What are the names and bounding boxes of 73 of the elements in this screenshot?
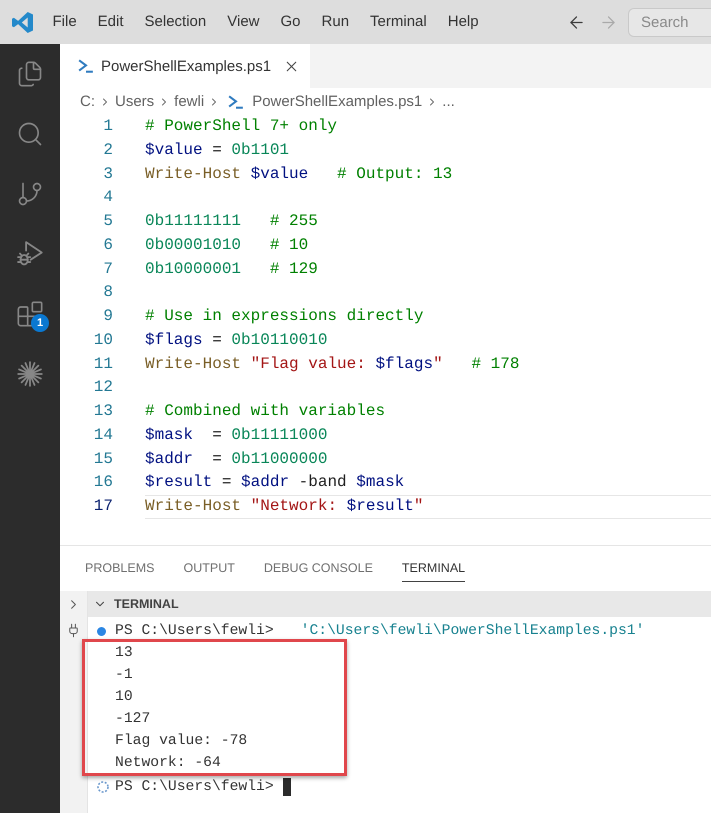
line-number: 14: [94, 426, 113, 444]
code-line: # PowerShell 7+ only: [145, 117, 338, 135]
search-icon[interactable]: [16, 120, 44, 148]
terminal-output: 10: [115, 688, 133, 707]
line-number: 12: [94, 378, 113, 396]
code-line: # Combined with variables: [145, 402, 386, 420]
files-icon[interactable]: [16, 60, 44, 88]
terminal-output: Network: -64: [115, 754, 221, 773]
line-number: 4: [103, 188, 113, 206]
code-line: Write-Host "Network: $result": [145, 497, 424, 515]
line-number: 1: [103, 117, 113, 135]
code-line: Write-Host "Flag value: $flags" # 178: [145, 354, 520, 372]
terminal-prompt-icon: [228, 94, 244, 108]
menu-item[interactable]: Run: [311, 9, 360, 35]
code-line: $value = 0b1101: [145, 140, 290, 159]
panel-tab[interactable]: DEBUG CONSOLE: [249, 546, 388, 591]
terminal-output: -127: [115, 710, 150, 729]
line-number: 5: [103, 212, 113, 230]
line-number: 3: [103, 164, 113, 182]
code-line: Write-Host $value # Output: 13: [145, 164, 452, 182]
terminal-output: -1: [115, 666, 133, 685]
line-number: 17: [94, 497, 113, 515]
code-line: $mask = 0b11111000: [145, 426, 328, 444]
terminal-section-header[interactable]: TERMINAL: [88, 591, 711, 617]
branch-icon[interactable]: [16, 180, 44, 208]
code-line: 0b00001010 # 10: [145, 236, 308, 254]
menu-item[interactable]: Help: [437, 9, 490, 35]
breadcrumb-item[interactable]: C:: [80, 93, 95, 110]
line-number: 8: [103, 283, 113, 302]
editor-tab[interactable]: PowerShellExamples.ps1: [60, 44, 310, 88]
terminal-prompt: PS C:\Users\fewli>: [115, 778, 274, 797]
status-dot-icon: [97, 626, 106, 636]
breadcrumb-item[interactable]: ...: [442, 93, 455, 110]
panel-tab[interactable]: PROBLEMS: [70, 546, 169, 591]
text-cursor: [282, 778, 291, 796]
menu-item[interactable]: Selection: [134, 9, 217, 35]
menu-item[interactable]: Terminal: [360, 9, 438, 35]
breadcrumb-item[interactable]: PowerShellExamples.ps1: [252, 93, 422, 110]
line-number: 6: [103, 236, 113, 254]
notification-badge: 1: [31, 314, 49, 332]
terminal-output: 13: [115, 644, 133, 663]
line-number: 15: [94, 450, 113, 468]
terminal-prompt: PS C:\Users\fewli>: [115, 622, 274, 641]
terminal-command: 'C:\Users\fewli\PowerShellExamples.ps1': [300, 622, 644, 641]
breadcrumb-item[interactable]: fewli: [174, 93, 204, 110]
play-bug-icon[interactable]: [17, 240, 43, 268]
line-number: 7: [103, 260, 113, 278]
code-line: # Use in expressions directly: [145, 307, 424, 325]
menu-item[interactable]: Go: [270, 9, 312, 35]
search-field[interactable]: Search: [628, 8, 711, 36]
blocks-icon[interactable]: [16, 300, 44, 328]
line-number: 16: [94, 473, 113, 492]
menu-item[interactable]: View: [216, 9, 270, 35]
line-number: 11: [94, 354, 113, 372]
line-number: 9: [103, 307, 113, 325]
panel-tab[interactable]: TERMINAL: [387, 546, 480, 591]
line-number: 10: [94, 330, 113, 349]
code-line: 0b11111111 # 255: [145, 212, 318, 230]
line-number: 13: [94, 402, 113, 420]
line-number: 2: [103, 140, 113, 159]
dotted-circle-icon: [97, 781, 109, 793]
terminal-prompt-icon: [78, 59, 94, 73]
terminal-output: Flag value: -78: [115, 732, 248, 751]
menu-item[interactable]: Edit: [87, 9, 134, 35]
menu-item[interactable]: File: [42, 9, 88, 35]
app-logo-icon: [12, 12, 33, 32]
starburst-icon[interactable]: [17, 361, 43, 387]
breadcrumb-item[interactable]: Users: [115, 93, 154, 110]
code-line: 0b10000001 # 129: [145, 260, 318, 278]
code-line: $result = $addr -band $mask: [145, 473, 404, 492]
panel-tab[interactable]: OUTPUT: [168, 546, 250, 591]
code-line: $addr = 0b11000000: [145, 450, 328, 468]
code-line: $flags = 0b10110010: [145, 330, 328, 349]
